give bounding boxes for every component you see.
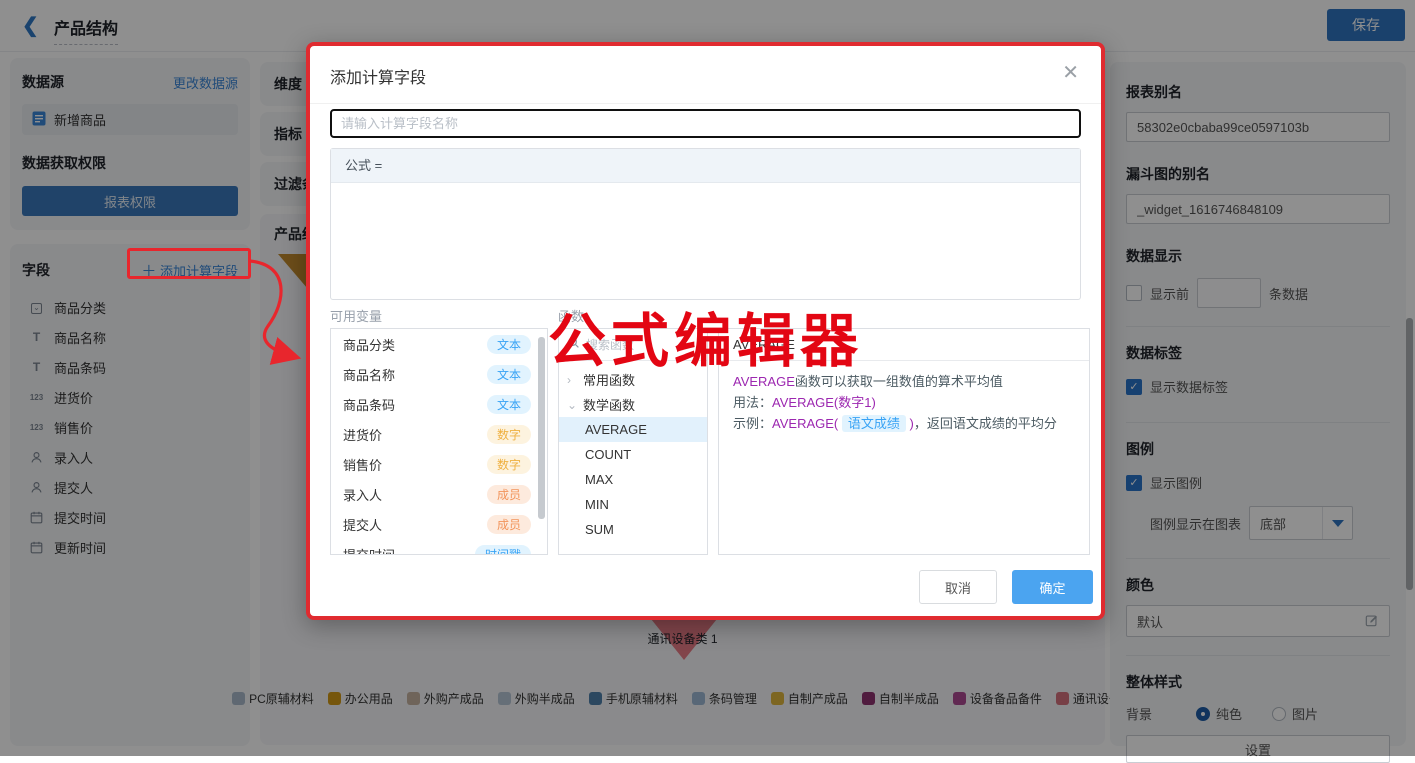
variable-row[interactable]: 商品名称文本 <box>331 359 547 389</box>
doc-line-example: 示例：AVERAGE( 语文成绩 )，返回语文成绩的平均分 <box>733 413 1075 434</box>
function-group-common[interactable]: ›常用函数 <box>559 367 707 392</box>
variable-row[interactable]: 销售价数字 <box>331 449 547 479</box>
type-badge: 成员 <box>487 485 531 504</box>
type-badge: 成员 <box>487 515 531 534</box>
function-doc-header: AVERAGE <box>719 329 1089 361</box>
function-item-max[interactable]: MAX <box>559 467 707 492</box>
type-badge: 文本 <box>487 395 531 414</box>
functions-tree: ›常用函数 ⌄数学函数 AVERAGE COUNT MAX MIN SUM <box>558 328 708 555</box>
variable-row[interactable]: 进货价数字 <box>331 419 547 449</box>
confirm-button[interactable]: 确定 <box>1012 570 1093 604</box>
variables-scrollbar[interactable] <box>538 337 545 519</box>
type-badge: 文本 <box>487 365 531 384</box>
function-item-average[interactable]: AVERAGE <box>559 417 707 442</box>
example-field-chip: 语文成绩 <box>842 415 906 432</box>
variable-row[interactable]: 提交时间时间戳 <box>331 539 547 555</box>
add-calc-field-modal: 添加计算字段 ✕ 公式 = 可用变量 函数 商品分类文本 商品名称文本 商品条码… <box>306 42 1105 620</box>
modal-title: 添加计算字段 <box>330 64 426 88</box>
variable-row[interactable]: 商品条码文本 <box>331 389 547 419</box>
type-badge: 时间戳 <box>475 545 531 556</box>
cancel-button[interactable]: 取消 <box>919 570 997 604</box>
doc-line-description: AVERAGE函数可以获取一组数值的算术平均值 <box>733 371 1075 392</box>
type-badge: 数字 <box>487 455 531 474</box>
function-search[interactable] <box>559 329 707 361</box>
function-group-math[interactable]: ⌄数学函数 <box>559 392 707 417</box>
function-item-min[interactable]: MIN <box>559 492 707 517</box>
variables-label: 可用变量 <box>330 306 382 325</box>
doc-line-usage: 用法：AVERAGE(数字1) <box>733 392 1075 413</box>
function-item-sum[interactable]: SUM <box>559 517 707 542</box>
divider <box>310 103 1101 104</box>
functions-label: 函数 <box>558 306 584 325</box>
variables-list: 商品分类文本 商品名称文本 商品条码文本 进货价数字 销售价数字 录入人成员 提… <box>330 328 548 555</box>
formula-editor[interactable]: 公式 = <box>330 148 1081 300</box>
function-item-count[interactable]: COUNT <box>559 442 707 467</box>
type-badge: 数字 <box>487 425 531 444</box>
calc-field-name-input[interactable] <box>330 109 1081 138</box>
type-badge: 文本 <box>487 335 531 354</box>
function-search-input[interactable] <box>586 338 686 352</box>
close-icon[interactable]: ✕ <box>1062 60 1079 85</box>
chevron-right-icon: › <box>567 373 577 387</box>
formula-label: 公式 = <box>331 149 1080 183</box>
variable-row[interactable]: 录入人成员 <box>331 479 547 509</box>
function-doc-panel: AVERAGE AVERAGE函数可以获取一组数值的算术平均值 用法：AVERA… <box>718 328 1090 555</box>
search-icon <box>567 336 580 354</box>
variable-row[interactable]: 商品分类文本 <box>331 329 547 359</box>
chevron-down-icon: ⌄ <box>567 398 577 412</box>
variable-row[interactable]: 提交人成员 <box>331 509 547 539</box>
